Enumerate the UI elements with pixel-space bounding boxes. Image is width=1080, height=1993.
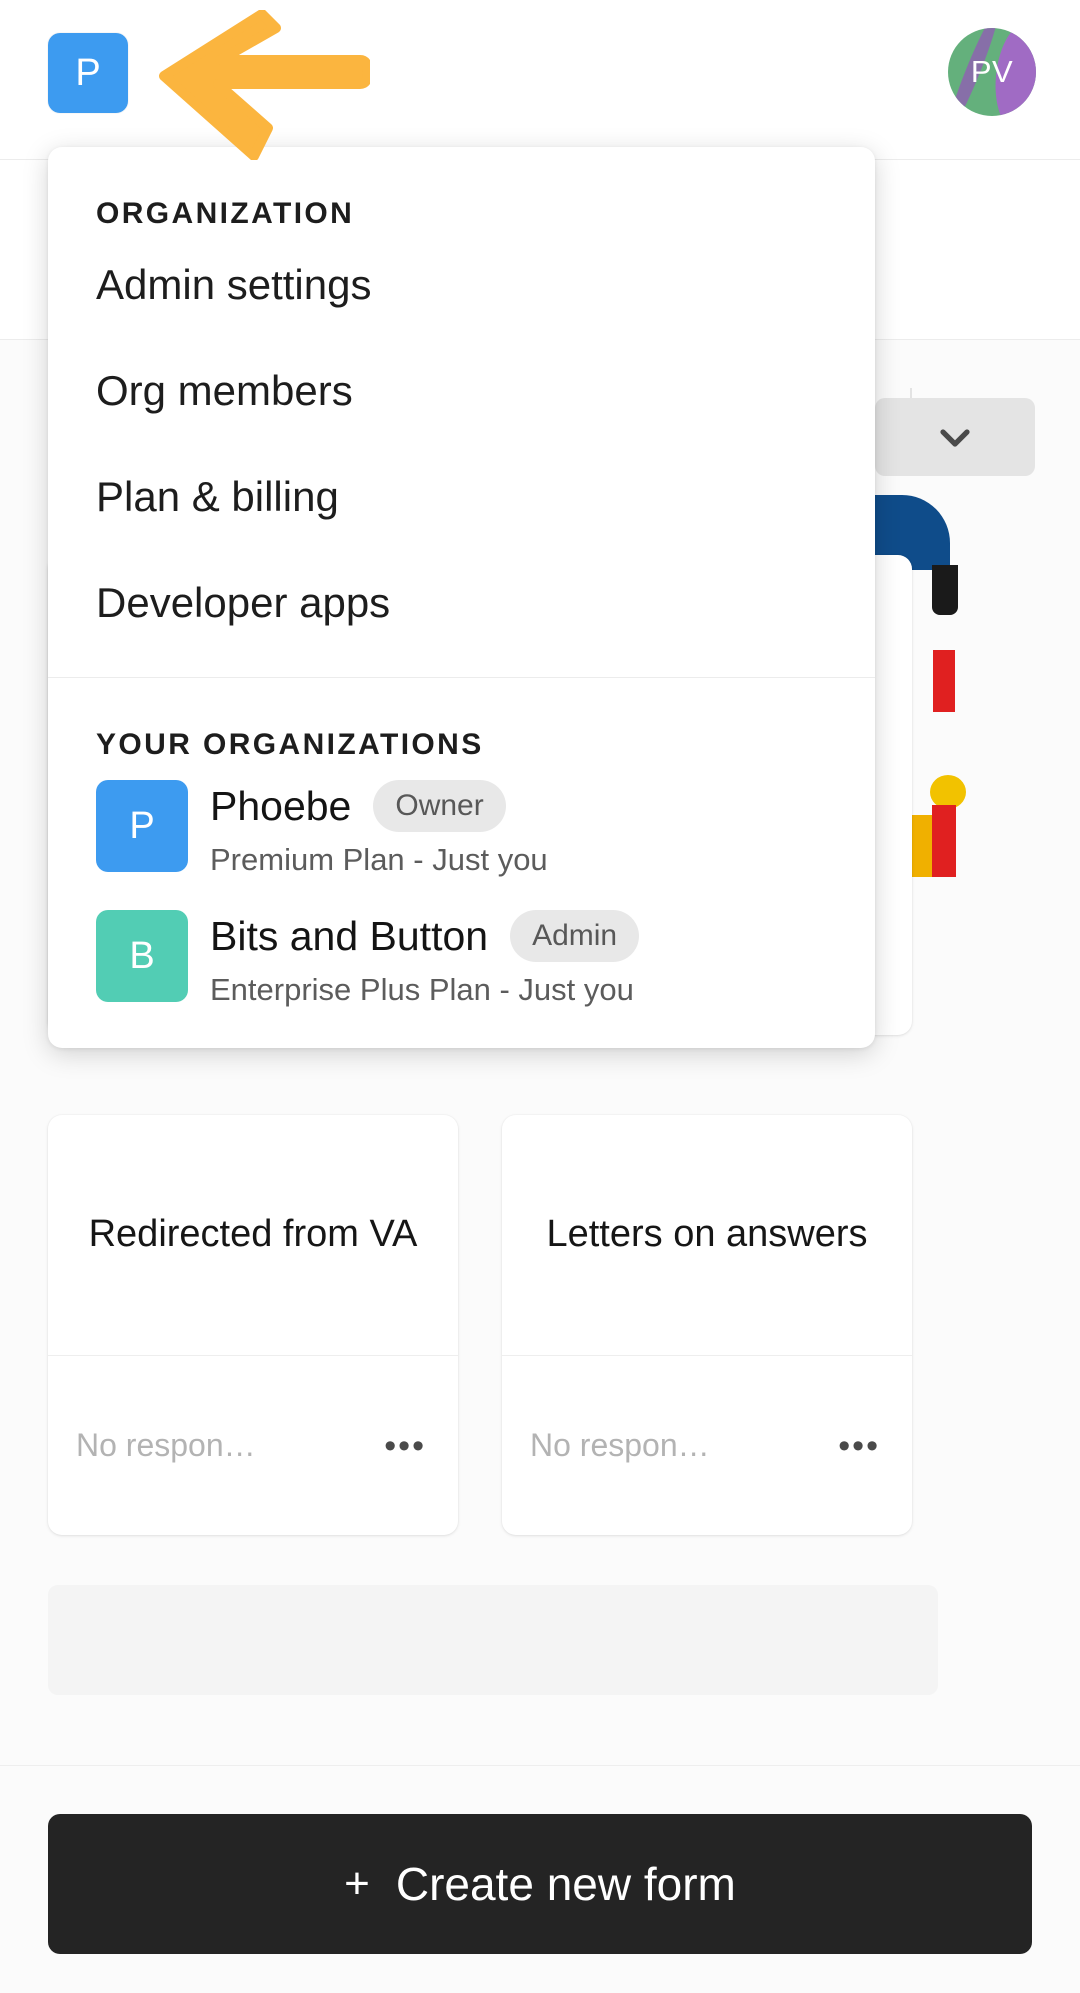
- placeholder-block: [48, 1585, 938, 1695]
- chevron-down-icon: [875, 413, 1035, 461]
- organization-details: Phoebe Owner Premium Plan - Just you: [210, 776, 827, 878]
- organization-details: Bits and Button Admin Enterprise Plus Pl…: [210, 906, 827, 1008]
- org-switcher-menu: ORGANIZATION Admin settings Org members …: [48, 147, 875, 1048]
- organization-list: P Phoebe Owner Premium Plan - Just you B…: [48, 762, 875, 1022]
- create-new-form-label: Create new form: [396, 1857, 736, 1911]
- org-switcher-button[interactable]: P: [48, 33, 128, 113]
- organization-list-item[interactable]: B Bits and Button Admin Enterprise Plus …: [78, 892, 845, 1022]
- menu-section-organization-label: ORGANIZATION: [48, 147, 875, 231]
- menu-item-developer-apps[interactable]: Developer apps: [48, 549, 875, 655]
- organization-name-row: Phoebe Owner: [210, 780, 827, 832]
- status-badge: Owner: [373, 780, 505, 832]
- menu-item-plan-billing[interactable]: Plan & billing: [48, 443, 875, 549]
- plus-icon: +: [344, 1862, 370, 1906]
- form-card-footer: No respon… •••: [502, 1355, 912, 1535]
- organization-avatar: B: [96, 910, 188, 1002]
- organization-plan: Enterprise Plus Plan - Just you: [210, 972, 827, 1008]
- menu-item-org-members[interactable]: Org members: [48, 337, 875, 443]
- form-card-body: Redirected from VA: [48, 1115, 458, 1355]
- create-new-form-button[interactable]: + Create new form: [48, 1814, 1032, 1954]
- form-card[interactable]: Letters on answers No respon… •••: [502, 1115, 912, 1535]
- organization-plan: Premium Plan - Just you: [210, 842, 827, 878]
- organization-list-item[interactable]: P Phoebe Owner Premium Plan - Just you: [78, 762, 845, 892]
- organization-avatar: P: [96, 780, 188, 872]
- filter-dropdown-button[interactable]: [875, 398, 1035, 476]
- form-card-title: Letters on answers: [546, 1207, 867, 1262]
- menu-section-your-organizations-label: YOUR ORGANIZATIONS: [48, 678, 875, 762]
- organization-name: Bits and Button: [210, 913, 488, 960]
- form-card[interactable]: Redirected from VA No respon… •••: [48, 1115, 458, 1535]
- form-card-more-icon[interactable]: •••: [380, 1429, 430, 1463]
- avatar-initials: PV: [948, 28, 1036, 116]
- form-card-footer: No respon… •••: [48, 1355, 458, 1535]
- status-badge: Admin: [510, 910, 639, 962]
- form-card-more-icon[interactable]: •••: [834, 1429, 884, 1463]
- organization-name: Phoebe: [210, 783, 351, 830]
- organization-name-row: Bits and Button Admin: [210, 910, 827, 962]
- form-card-status: No respon…: [76, 1427, 256, 1464]
- top-navigation-bar: P PV: [0, 0, 1080, 160]
- form-card-title: Redirected from VA: [89, 1207, 418, 1262]
- avatar[interactable]: PV: [948, 28, 1036, 116]
- bottom-action-bar: + Create new form: [0, 1765, 1080, 1993]
- form-card-body: Letters on answers: [502, 1115, 912, 1355]
- menu-item-admin-settings[interactable]: Admin settings: [48, 231, 875, 337]
- form-card-status: No respon…: [530, 1427, 710, 1464]
- app-root: Redirected from VA No respon… ••• Letter…: [0, 0, 1080, 1993]
